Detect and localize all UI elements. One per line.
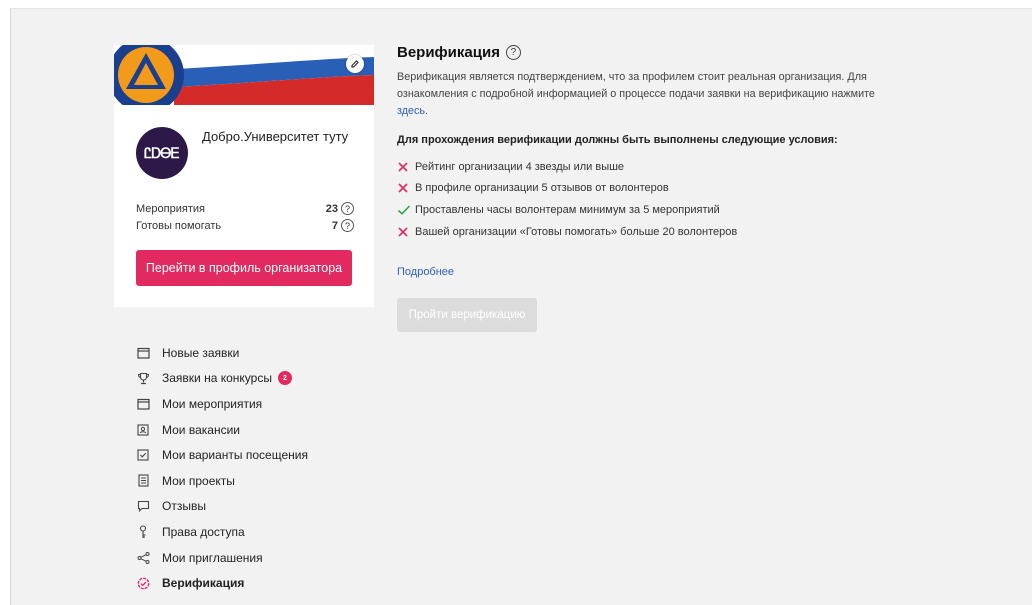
- menu-item-label: Мои варианты посещения: [162, 448, 308, 463]
- org-logo: ᏝᎠᎾᎬ: [136, 127, 188, 179]
- calendar-icon: [136, 397, 150, 411]
- stat-label: Мероприятия: [136, 202, 205, 215]
- help-icon[interactable]: ?: [341, 202, 354, 215]
- condition-item: Вашей организации «Готовы помогать» боль…: [397, 221, 957, 243]
- menu-item-my-vacancies[interactable]: Мои вакансии: [136, 417, 308, 443]
- vacancy-icon: [136, 423, 150, 437]
- menu-item-label: Мои вакансии: [162, 422, 240, 437]
- org-name: Добро.Университет туту: [202, 129, 349, 144]
- calendar-icon: [136, 346, 150, 360]
- verified-icon: [136, 576, 150, 590]
- menu-item-label: Новые заявки: [162, 345, 240, 360]
- menu-item-verification[interactable]: Верификация: [136, 570, 308, 596]
- verification-description: Верификация является подтверждением, что…: [397, 71, 875, 117]
- menu-item-my-invitations[interactable]: Мои приглашения: [136, 545, 308, 571]
- stat-value: 23: [325, 202, 338, 215]
- menu-item-reviews[interactable]: Отзывы: [136, 494, 308, 520]
- more-details-link[interactable]: Подробнее: [397, 266, 454, 278]
- stat-row-events: Мероприятия 23 ?: [136, 200, 354, 217]
- check-icon: [397, 203, 413, 217]
- comment-icon: [136, 499, 150, 513]
- conditions-list: Рейтинг организации 4 звезды или выше В …: [397, 156, 957, 242]
- organization-card: ᏝᎠᎾᎬ Добро.Университет туту Мероприятия …: [114, 45, 374, 307]
- verify-button[interactable]: Пройти верификацию: [397, 298, 537, 333]
- organizer-profile-button[interactable]: Перейти в профиль организатора: [136, 250, 352, 286]
- menu-item-label: Верификация: [162, 576, 245, 591]
- menu-item-label: Мои мероприятия: [162, 396, 263, 411]
- condition-item: В профиле организации 5 отзывов от волон…: [397, 178, 957, 200]
- help-icon[interactable]: ?: [505, 45, 521, 60]
- side-menu: Новые заявки Заявки на конкурсы 2 Мои ме…: [136, 340, 308, 596]
- notification-badge: 2: [277, 371, 292, 386]
- key-icon: [136, 525, 150, 539]
- trophy-icon: [136, 371, 150, 385]
- verification-panel: Верификация ? Верификация является подтв…: [397, 44, 957, 333]
- menu-item-my-projects[interactable]: Мои проекты: [136, 468, 308, 494]
- page-title: Верификация: [397, 44, 500, 61]
- stat-row-ready: Готовы помогать 7 ?: [136, 217, 354, 234]
- cross-icon: [397, 225, 413, 239]
- checkbox-icon: [136, 448, 150, 462]
- cross-icon: [397, 160, 413, 174]
- help-icon[interactable]: ?: [341, 219, 354, 232]
- menu-item-visit-options[interactable]: Мои варианты посещения: [136, 442, 308, 468]
- condition-item: Рейтинг организации 4 звезды или выше: [397, 156, 957, 178]
- stat-label: Готовы помогать: [136, 219, 222, 232]
- stat-value: 7: [331, 219, 338, 232]
- pencil-icon: [350, 59, 360, 69]
- menu-item-my-events[interactable]: Мои мероприятия: [136, 391, 308, 417]
- menu-item-label: Заявки на конкурсы: [162, 371, 272, 386]
- details-here-link[interactable]: здесь.: [397, 105, 428, 117]
- menu-item-new-requests[interactable]: Новые заявки: [136, 340, 308, 366]
- org-stats: Мероприятия 23 ? Готовы помогать 7 ?: [136, 200, 354, 234]
- share-icon: [136, 551, 150, 565]
- org-header: ᏝᎠᎾᎬ Добро.Университет туту: [136, 127, 348, 179]
- document-icon: [136, 474, 150, 488]
- menu-item-contest-requests[interactable]: Заявки на конкурсы 2: [136, 366, 308, 392]
- cross-icon: [397, 181, 413, 195]
- menu-item-label: Мои приглашения: [162, 550, 263, 565]
- menu-item-label: Отзывы: [162, 499, 206, 514]
- svg-text:ᏝᎠᎾᎬ: ᏝᎠᎾᎬ: [144, 146, 180, 162]
- menu-item-label: Мои проекты: [162, 473, 235, 488]
- edit-cover-button[interactable]: [346, 55, 364, 73]
- conditions-title: Для прохождения верификации должны быть …: [397, 134, 838, 146]
- menu-item-access-rights[interactable]: Права доступа: [136, 519, 308, 545]
- menu-item-label: Права доступа: [162, 524, 245, 539]
- condition-item: Проставлены часы волонтерам минимум за 5…: [397, 199, 957, 221]
- cover-image: [114, 45, 374, 105]
